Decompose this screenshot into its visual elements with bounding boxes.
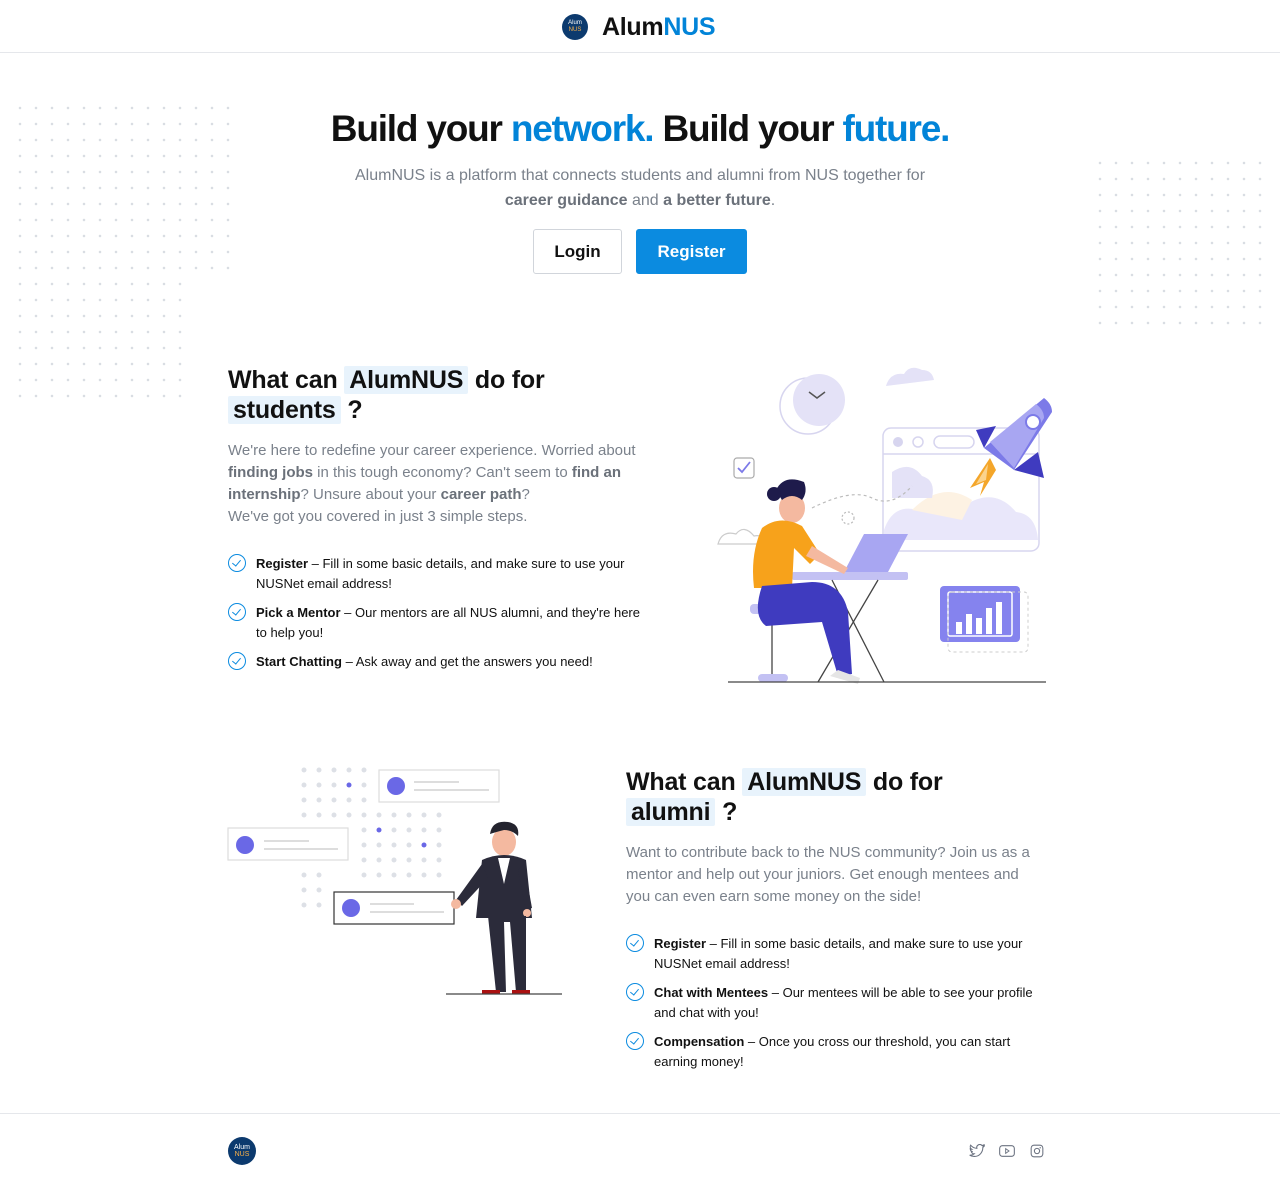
hero-title-highlight1: network. xyxy=(510,108,655,149)
students-steps-list: Register – Fill in some basic details, a… xyxy=(228,554,653,682)
students-title-target: students xyxy=(228,396,341,424)
alumnus-logo: Alum NUS xyxy=(562,14,588,40)
students-title-highlight: AlumNUS xyxy=(344,366,469,394)
students-section-title: What can AlumNUS do for students ? xyxy=(228,365,648,425)
list-item: Start Chatting – Ask away and get the an… xyxy=(228,652,653,672)
alumni-description: Want to contribute back to the NUS commu… xyxy=(626,844,1030,905)
step-detail: – Fill in some basic details, and make s… xyxy=(256,556,625,591)
hero-title: Build your network. Build your future. xyxy=(0,108,1280,150)
step-text: Register – Fill in some basic details, a… xyxy=(654,934,1036,973)
students-desc-text3: ? Unsure about your xyxy=(300,486,441,503)
check-circle-icon xyxy=(228,554,246,572)
students-desc-bold3: career path xyxy=(440,486,522,503)
step-text: Register – Fill in some basic details, a… xyxy=(256,554,653,593)
youtube-icon[interactable] xyxy=(998,1142,1016,1160)
alumni-title-suffix: ? xyxy=(715,798,738,826)
step-text: Start Chatting – Ask away and get the an… xyxy=(256,652,593,672)
list-item: Chat with Mentees – Our mentees will be … xyxy=(626,983,1036,1022)
brand-name-part2: NUS xyxy=(663,12,716,41)
footer-logo[interactable]: Alum NUS xyxy=(228,1137,256,1165)
alumni-title-prefix: What can xyxy=(626,768,743,796)
footer: Alum NUS xyxy=(0,1113,1280,1188)
top-header: Alum NUS AlumNUS xyxy=(0,0,1280,53)
students-desc-text2: in this tough economy? Can't seem to xyxy=(312,464,572,481)
logo-text-line2: NUS xyxy=(568,27,582,33)
students-desc-text5: We've got you covered in just 3 simple s… xyxy=(228,508,528,525)
footer-logo-line2: NUS xyxy=(234,1151,250,1158)
step-title: Start Chatting xyxy=(256,654,342,669)
instagram-icon[interactable] xyxy=(1028,1142,1046,1160)
twitter-icon[interactable] xyxy=(968,1142,986,1160)
list-item: Pick a Mentor – Our mentors are all NUS … xyxy=(228,603,653,642)
hero-subtitle-text1: AlumNUS is a platform that connects stud… xyxy=(354,167,926,184)
logo-text-line1: Alum xyxy=(568,20,582,26)
brand[interactable]: Alum NUS AlumNUS xyxy=(562,12,716,42)
alumni-steps-list: Register – Fill in some basic details, a… xyxy=(626,934,1036,1081)
list-item: Compensation – Once you cross our thresh… xyxy=(626,1032,1036,1071)
list-item: Register – Fill in some basic details, a… xyxy=(626,934,1036,973)
step-text: Pick a Mentor – Our mentors are all NUS … xyxy=(256,603,653,642)
check-circle-icon xyxy=(626,1032,644,1050)
hero-title-part1: Build your xyxy=(330,108,511,149)
hero-subtitle-text3: . xyxy=(770,192,776,209)
step-title: Pick a Mentor xyxy=(256,605,341,620)
alumni-title-middle: do for xyxy=(866,768,943,796)
step-title: Compensation xyxy=(654,1034,745,1049)
check-circle-icon xyxy=(626,983,644,1001)
students-desc-bold1: finding jobs xyxy=(228,464,313,481)
students-desc-text1: We're here to redefine your career exper… xyxy=(228,442,636,459)
students-desc-text4: ? xyxy=(521,486,530,503)
step-detail: – Ask away and get the answers you need! xyxy=(341,654,593,669)
hero-subtitle-text2: and xyxy=(627,192,664,209)
step-detail: – Fill in some basic details, and make s… xyxy=(654,936,1023,971)
dot-pattern-right xyxy=(1092,155,1270,329)
step-title: Register xyxy=(256,556,309,571)
step-title: Register xyxy=(654,936,707,951)
dot-pattern-left-bottom xyxy=(12,276,186,398)
students-title-prefix: What can xyxy=(228,366,345,394)
list-item: Register – Fill in some basic details, a… xyxy=(228,554,653,593)
check-circle-icon xyxy=(228,652,246,670)
hero-subtitle-bold1: career guidance xyxy=(504,192,628,209)
footer-logo-line1: Alum xyxy=(234,1144,250,1151)
brand-name: AlumNUS xyxy=(602,12,716,42)
check-circle-icon xyxy=(626,934,644,952)
students-description: We're here to redefine your career exper… xyxy=(228,440,648,528)
hero-title-part2: Build your xyxy=(653,108,843,149)
hero-subtitle: AlumNUS is a platform that connects stud… xyxy=(340,163,940,213)
register-button[interactable]: Register xyxy=(636,229,747,274)
brand-name-part1: Alum xyxy=(602,12,664,41)
hero-subtitle-bold2: a better future xyxy=(663,192,771,209)
alumni-title-highlight: AlumNUS xyxy=(742,768,867,796)
step-title: Chat with Mentees xyxy=(654,985,769,1000)
alumni-section-title: What can AlumNUS do for alumni ? xyxy=(626,767,1046,827)
alumni-mentor-illustration xyxy=(227,767,562,995)
alumni-title-target: alumni xyxy=(626,798,716,826)
hero-title-highlight2: future. xyxy=(842,108,950,149)
students-title-middle: do for xyxy=(468,366,545,394)
students-title-suffix: ? xyxy=(340,396,363,424)
step-text: Chat with Mentees – Our mentees will be … xyxy=(654,983,1036,1022)
step-text: Compensation – Once you cross our thresh… xyxy=(654,1032,1036,1071)
login-button[interactable]: Login xyxy=(533,229,622,274)
check-circle-icon xyxy=(228,603,246,621)
student-laptop-illustration xyxy=(717,367,1052,684)
